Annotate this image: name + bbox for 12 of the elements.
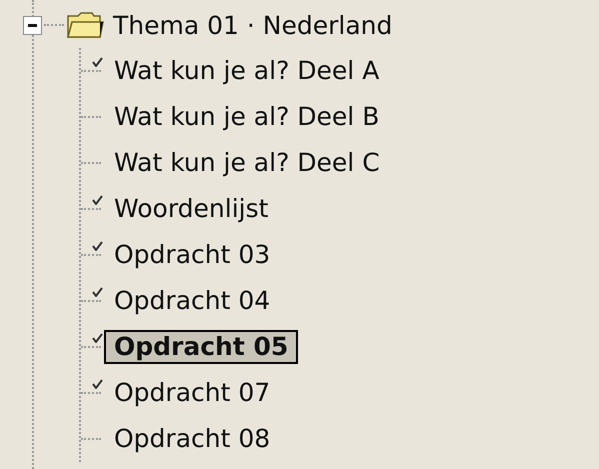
tree-item[interactable]: Woordenlijst <box>104 192 278 226</box>
tree-item[interactable]: Opdracht 03 <box>104 238 280 272</box>
tree-item[interactable]: Opdracht 04 <box>104 284 280 318</box>
collapse-toggle[interactable] <box>23 16 42 34</box>
tree-item[interactable]: Wat kun je al? Deel A <box>104 54 390 88</box>
tree-item-label[interactable]: Thema 01 · Nederland <box>113 10 392 40</box>
tree-item[interactable]: Opdracht 08 <box>104 422 280 456</box>
tree-item[interactable]: Wat kun je al? Deel B <box>104 100 390 134</box>
tree-item[interactable]: Opdracht 07 <box>104 376 280 410</box>
tree-item[interactable]: Opdracht 05 <box>104 330 298 364</box>
tree-item[interactable]: Wat kun je al? Deel C <box>104 146 390 180</box>
folder-icon <box>66 11 104 39</box>
